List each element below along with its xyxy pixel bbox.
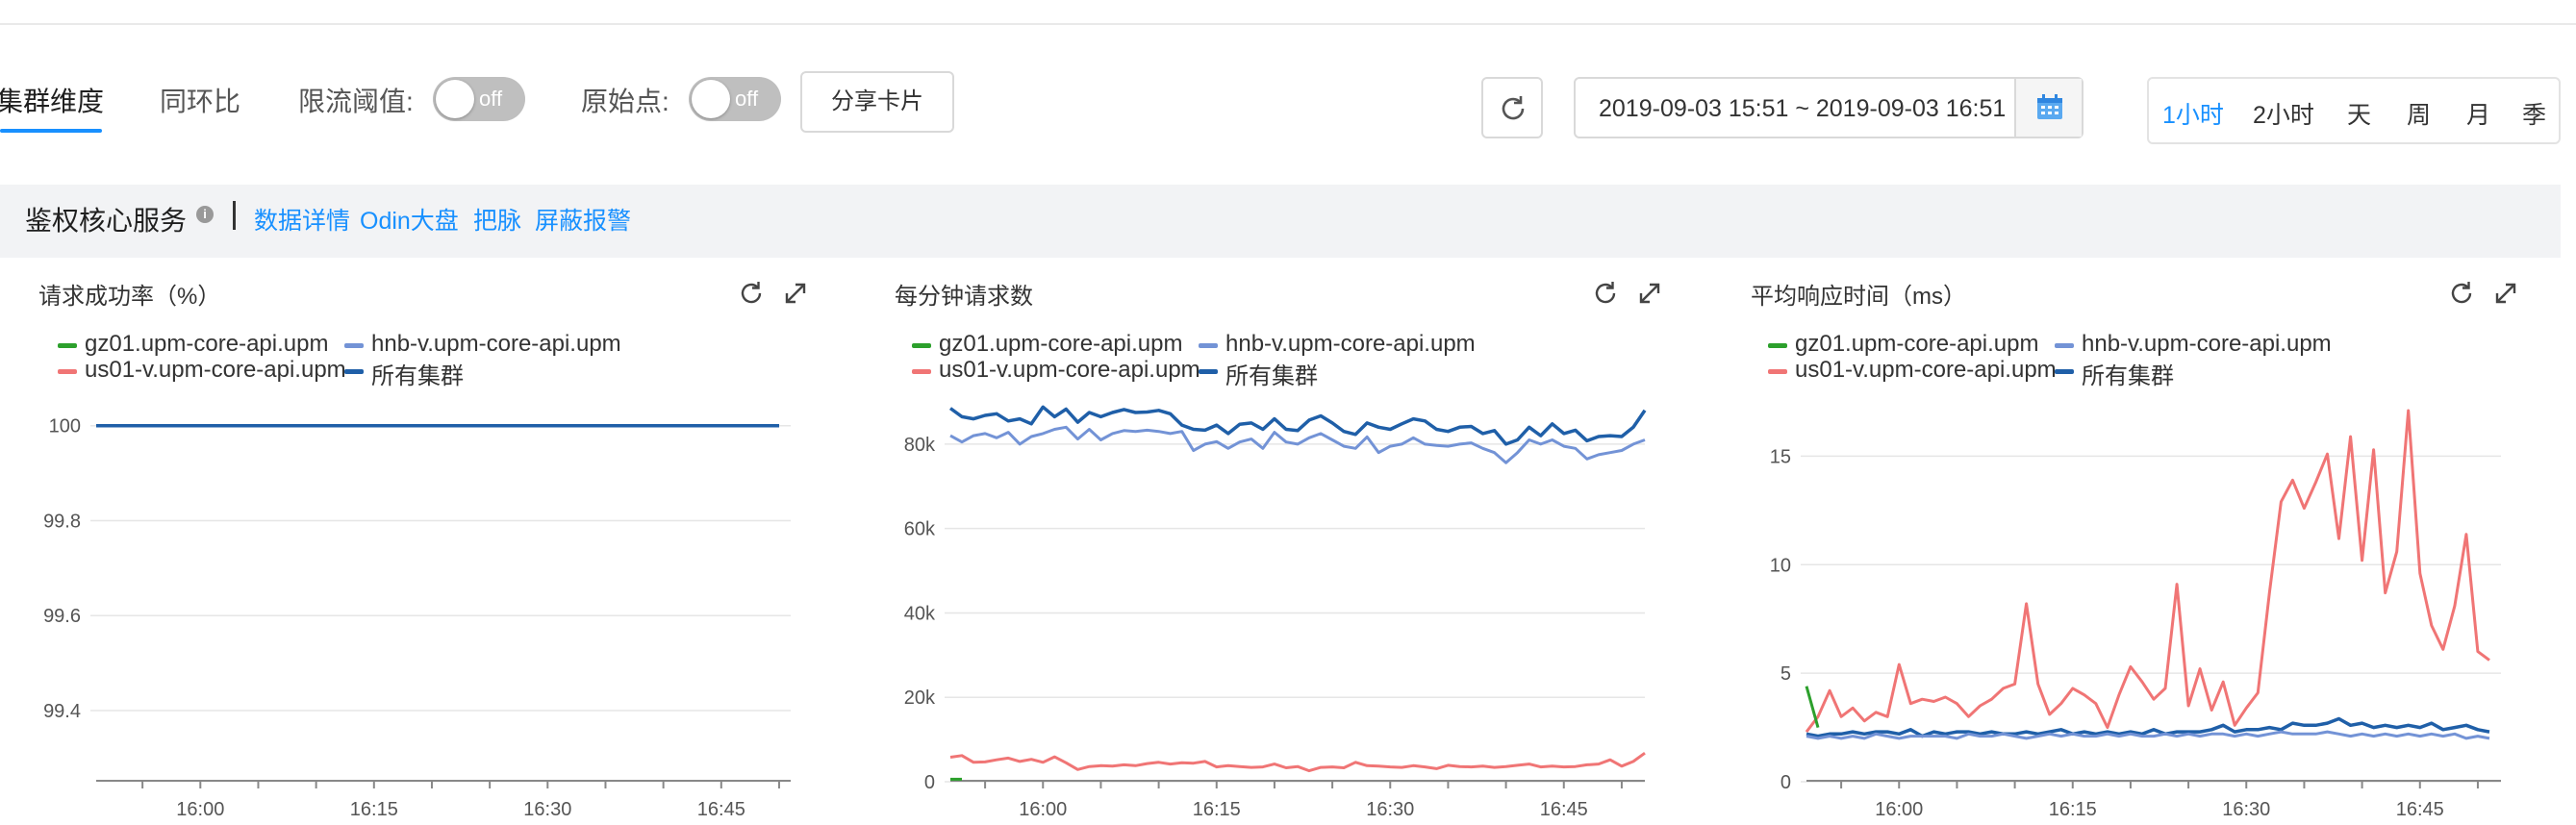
series-line[interactable] (948, 405, 1647, 446)
toggle-state-text: off (479, 87, 503, 111)
toggle-state-text: off (735, 87, 759, 111)
x-tick-label: 16:45 (1540, 799, 1588, 820)
y-tick-label: 80k (904, 435, 936, 456)
refresh-button[interactable] (1481, 77, 1543, 138)
chart-panel: 请求成功率（%） gz01.upm-core-api.upm hnb-v.upm-c… (0, 258, 854, 825)
raw-point-label: 原始点: (581, 87, 669, 116)
x-tick-label: 16:45 (2396, 799, 2444, 820)
link-mute-alarms[interactable]: 屏蔽报警 (535, 202, 631, 237)
x-tick-label: 16:00 (176, 799, 224, 820)
x-tick-label: 16:15 (350, 799, 398, 820)
refresh-icon (1502, 96, 1525, 120)
period-selector: 1小时 2小时 天 周 月 季 (2147, 77, 2561, 144)
y-tick-label: 99.4 (43, 701, 81, 722)
period-week[interactable]: 周 (2407, 96, 2431, 131)
period-month[interactable]: 月 (2466, 96, 2490, 131)
x-tick-label: 16:30 (2222, 799, 2270, 820)
x-tick-label: 16:15 (2049, 799, 2097, 820)
period-1h[interactable]: 1小时 (2162, 96, 2224, 131)
active-tab-indicator (0, 129, 102, 133)
time-range-value: 2019-09-03 15:51 ~ 2019-09-03 16:51 (1599, 95, 2007, 122)
series-line[interactable] (1805, 409, 2490, 734)
rate-limit-toggle[interactable]: off (433, 77, 525, 121)
y-tick-label: 0 (1780, 772, 1791, 793)
chart-canvas: 100 99.8 99.6 99.4 16:00 16:15 16:30 16:45 (43, 416, 791, 820)
toggle-knob (692, 80, 730, 118)
y-tick-label: 99.8 (43, 511, 81, 532)
chart-panel: 每分钟请求数 gz01.upm-core-api.upm hnb-v.upm-cor… (854, 258, 1708, 825)
x-tick-label: 16:30 (1366, 799, 1414, 820)
period-quarter[interactable]: 季 (2522, 96, 2546, 131)
time-range-picker[interactable]: 2019-09-03 15:51 ~ 2019-09-03 16:51 (1574, 77, 2084, 138)
x-tick-label: 16:00 (1019, 799, 1067, 820)
y-tick-label: 15 (1770, 446, 1791, 467)
y-tick-label: 100 (49, 416, 81, 438)
service-title: 鉴权核心服务 (25, 206, 188, 236)
series-line[interactable] (949, 751, 1646, 773)
x-tick-label: 16:45 (697, 799, 745, 820)
y-tick-label: 0 (924, 772, 935, 793)
chart-panel: 平均响应时间（ms） gz01.upm-core-api.upm hnb-v.upm… (1710, 258, 2564, 825)
link-pulse[interactable]: 把脉 (473, 202, 521, 237)
x-tick-label: 16:15 (1193, 799, 1241, 820)
y-tick-label: 10 (1770, 555, 1791, 576)
top-divider (0, 23, 2576, 25)
share-card-button[interactable]: 分享卡片 (800, 71, 954, 133)
link-data-details[interactable]: 数据详情 (254, 202, 350, 237)
series-line[interactable] (1805, 686, 1820, 729)
period-2h[interactable]: 2小时 (2253, 96, 2314, 131)
tab-period-comparison[interactable]: 同环比 (160, 81, 240, 119)
y-tick-label: 99.6 (43, 606, 81, 627)
toggle-knob (436, 80, 474, 118)
y-tick-label: 5 (1780, 663, 1791, 685)
raw-point-toggle[interactable]: off (689, 77, 781, 121)
info-icon[interactable]: i (196, 206, 214, 223)
rate-limit-label: 限流阈值: (298, 87, 414, 116)
divider (233, 201, 236, 230)
chart-canvas: 15 10 5 0 16:00 16:15 16:30 16:45 (1770, 409, 2501, 820)
link-odin-dashboard[interactable]: Odin大盘 (360, 202, 459, 237)
chart-canvas: 80k 60k 40k 20k 0 16:00 16:15 16:30 16:45 (904, 405, 1647, 820)
period-day[interactable]: 天 (2347, 96, 2371, 131)
y-tick-label: 20k (904, 688, 936, 709)
tab-cluster-dimension[interactable]: 集群维度 (0, 81, 104, 119)
service-header: 鉴权核心服务 i 数据详情 Odin大盘 把脉 屏蔽报警 (0, 185, 2561, 258)
series-line[interactable] (949, 425, 1646, 464)
calendar-icon (2037, 94, 2062, 119)
y-tick-label: 60k (904, 519, 936, 540)
y-tick-label: 40k (904, 603, 936, 624)
x-tick-label: 16:30 (523, 799, 571, 820)
x-tick-label: 16:00 (1875, 799, 1923, 820)
calendar-button[interactable] (2014, 79, 2082, 137)
